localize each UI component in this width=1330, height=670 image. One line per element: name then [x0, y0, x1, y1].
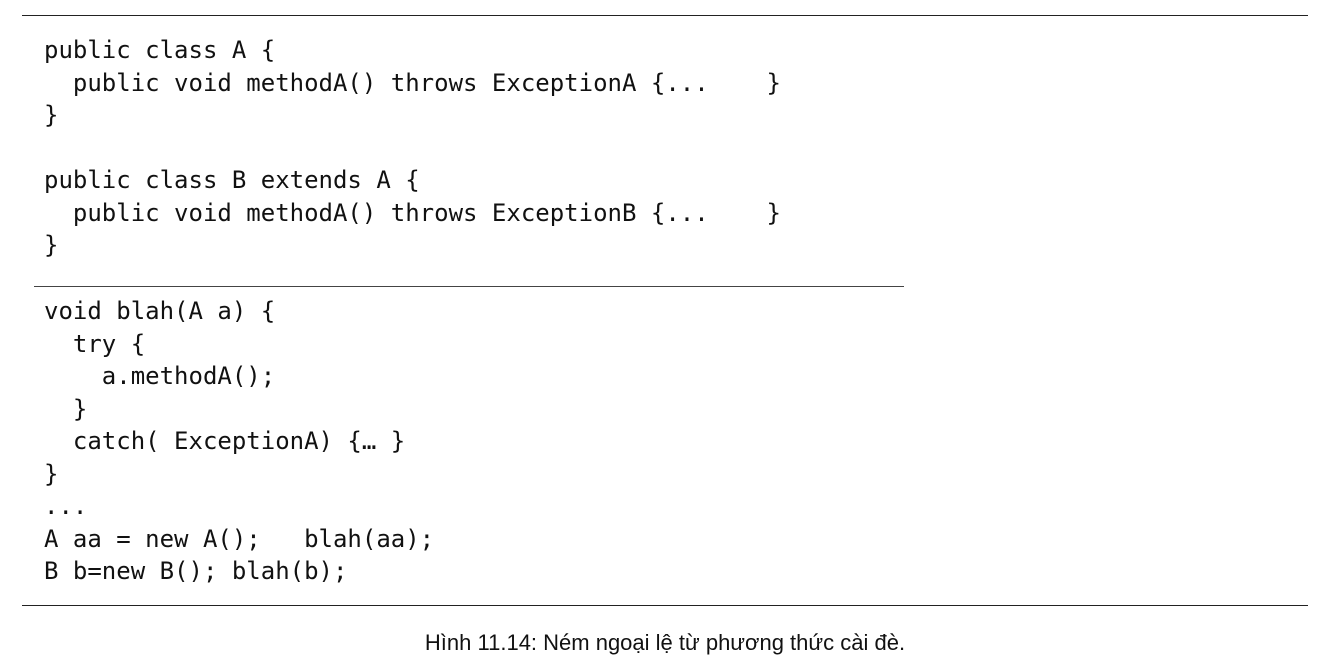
- code-line: catch( ExceptionA) {… }: [44, 427, 406, 455]
- bottom-rule: [22, 605, 1308, 606]
- code-line: }: [44, 394, 88, 423]
- code-line: public class A {: [44, 36, 276, 64]
- figure-caption: Hình 11.14: Ném ngoại lệ từ phương thức …: [424, 630, 906, 655]
- code-line: try {: [44, 329, 146, 358]
- code-line: }: [44, 231, 59, 259]
- code-block-class-definitions: public class A { public void methodA() t…: [44, 34, 781, 262]
- middle-rule: [34, 286, 904, 287]
- code-line: public void methodA() throws ExceptionA …: [44, 68, 781, 97]
- code-line: }: [44, 459, 59, 488]
- code-block-usage: void blah(A a) { try { a.methodA(); } ca…: [44, 295, 434, 588]
- code-line: ...: [44, 492, 88, 520]
- code-line: void blah(A a) {: [44, 297, 276, 325]
- top-rule: [22, 15, 1308, 16]
- code-line: public class B extends A {: [44, 166, 420, 194]
- code-line: a.methodA();: [44, 362, 276, 390]
- code-line: }: [44, 101, 59, 129]
- code-line: A aa = new A(); blah(aa);: [44, 524, 435, 553]
- code-line: B b=new B(); blah(b);: [44, 557, 348, 585]
- code-line: public void methodA() throws ExceptionB …: [44, 198, 781, 227]
